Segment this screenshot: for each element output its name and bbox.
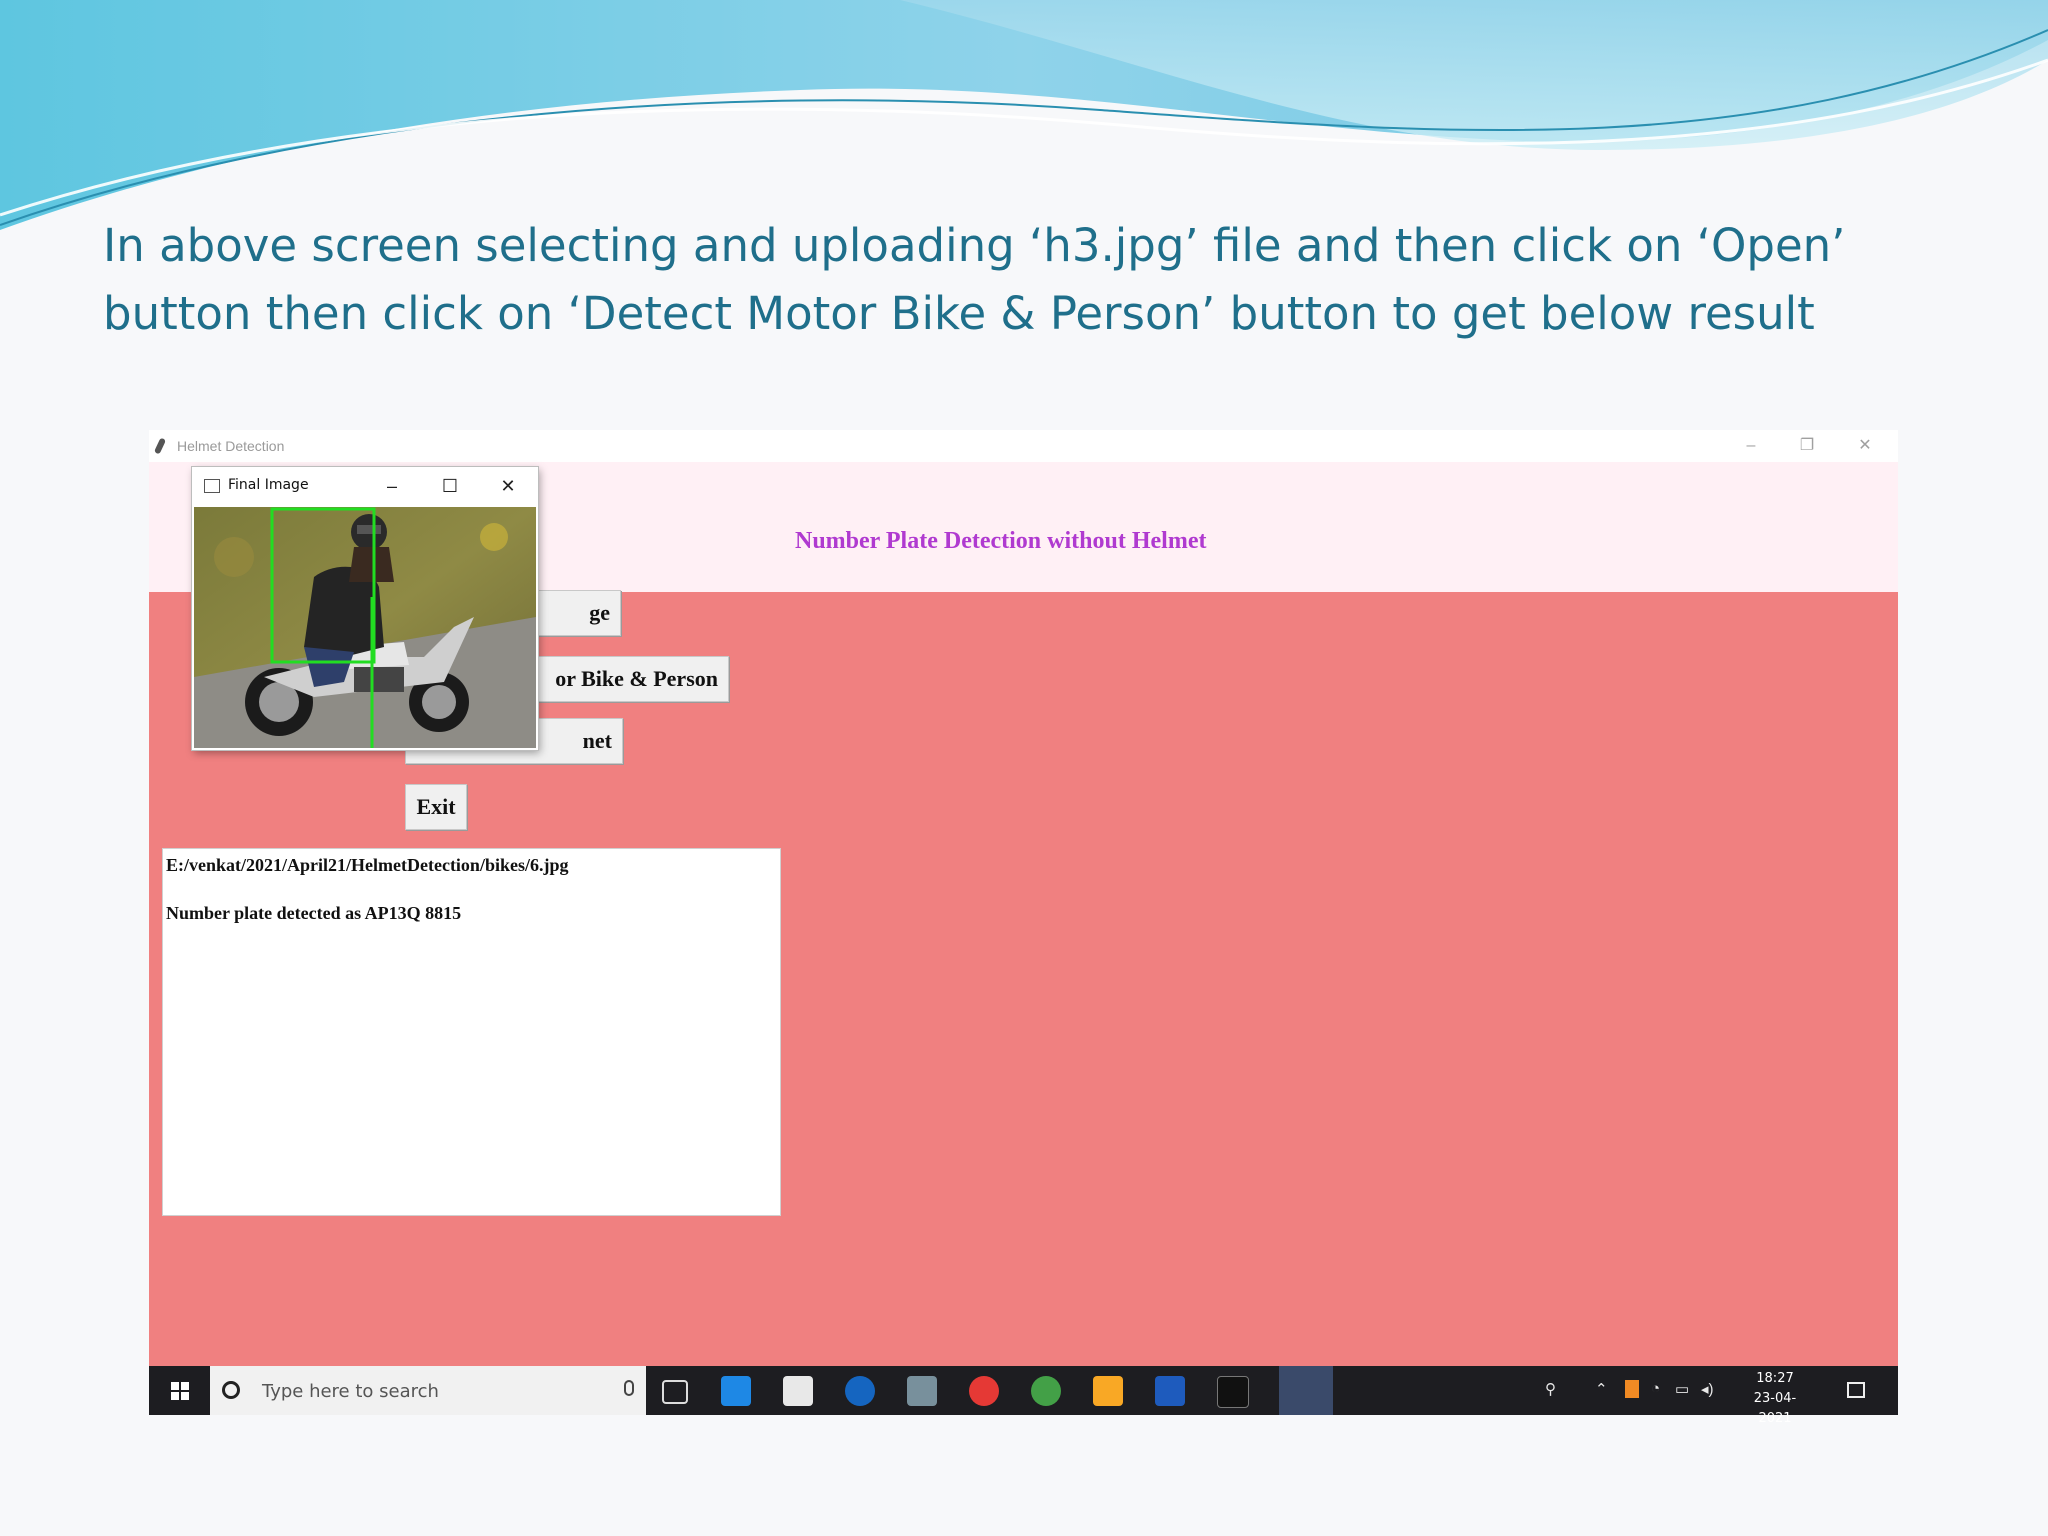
battery-icon[interactable]: ▭ [1675, 1380, 1689, 1398]
final-image-window: Final Image – ☐ ✕ [192, 467, 538, 750]
store-icon[interactable] [783, 1376, 813, 1406]
clock-date: 23-04-2021 [1753, 1391, 1797, 1426]
window-titlebar: Helmet Detection – ❐ ✕ [149, 430, 1898, 462]
output-line-result: Number plate detected as AP13Q 8815 [166, 903, 462, 923]
exit-button[interactable]: Exit [405, 784, 467, 830]
search-placeholder: Type here to search [262, 1381, 439, 1402]
taskbar-search-box[interactable]: Type here to search [210, 1366, 646, 1415]
restore-icon[interactable]: ❐ [1787, 434, 1827, 458]
slide-caption: In above screen selecting and uploading … [103, 212, 1983, 348]
task-view-icon[interactable] [662, 1380, 688, 1404]
detected-motorbike-image [194, 507, 536, 748]
mail-icon[interactable] [721, 1376, 751, 1406]
chevron-up-icon[interactable]: ⌃ [1595, 1380, 1608, 1398]
system-clock[interactable]: 18:27 23-04-2021 [1745, 1369, 1805, 1429]
python-app-icon[interactable] [1279, 1366, 1333, 1415]
wifi-icon[interactable]: ◔ [1651, 1380, 1660, 1397]
people-icon[interactable]: ⚲ [1545, 1380, 1556, 1398]
output-line-path: E:/venkat/2021/April21/HelmetDetection/b… [166, 855, 569, 875]
caption-line-1: In above screen selecting and uploading … [103, 219, 1846, 272]
terminal-icon[interactable] [1217, 1376, 1249, 1408]
chrome-browser-icon[interactable] [1031, 1376, 1061, 1406]
edge-browser-icon[interactable] [845, 1376, 875, 1406]
app-icon-1[interactable] [907, 1376, 937, 1406]
notification-app-icon[interactable] [1625, 1380, 1639, 1398]
output-textarea[interactable]: E:/venkat/2021/April21/HelmetDetection/b… [162, 848, 781, 1216]
word-icon[interactable] [1155, 1376, 1185, 1406]
minimize-icon[interactable]: – [1731, 434, 1771, 458]
popup-titlebar: Final Image – ☐ ✕ [192, 467, 538, 505]
windows-taskbar: Type here to search ⚲ ⌃ ◔ ▭ ◂) 18:27 23-… [149, 1366, 1898, 1426]
microphone-icon[interactable] [624, 1380, 634, 1396]
feather-icon [153, 437, 167, 455]
close-icon[interactable]: ✕ [1845, 434, 1885, 458]
window-title: Helmet Detection [177, 438, 285, 454]
volume-icon[interactable]: ◂) [1701, 1380, 1714, 1398]
decorative-wave-banner [0, 0, 2048, 230]
action-center-icon[interactable] [1847, 1382, 1865, 1398]
popup-title: Final Image [228, 477, 309, 493]
output-line-blank [166, 879, 777, 903]
windows-start-icon[interactable] [149, 1366, 210, 1415]
cortana-icon [222, 1381, 240, 1399]
popup-minimize-icon[interactable]: – [372, 473, 412, 499]
file-explorer-icon[interactable] [1093, 1376, 1123, 1406]
detect-bike-person-button[interactable]: or Bike & Person [521, 656, 729, 702]
caption-line-2: button then click on ‘Detect Motor Bike … [103, 287, 1815, 340]
popup-close-icon[interactable]: ✕ [488, 473, 528, 499]
app-icon-2[interactable] [969, 1376, 999, 1406]
popup-maximize-icon[interactable]: ☐ [430, 473, 470, 499]
image-window-icon [204, 479, 220, 493]
clock-time: 18:27 [1756, 1371, 1794, 1386]
page-title: Number Plate Detection without Helmet [795, 528, 1207, 554]
